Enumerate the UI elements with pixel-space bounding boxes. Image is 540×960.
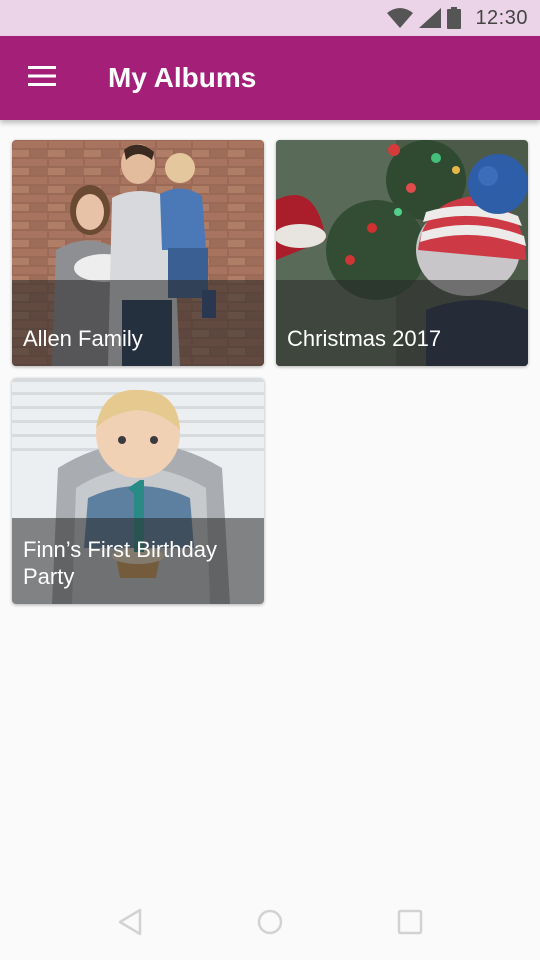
- home-icon: [257, 909, 283, 940]
- cellular-signal-icon: [419, 8, 442, 28]
- battery-icon: [447, 7, 462, 29]
- menu-button[interactable]: [0, 36, 84, 120]
- album-title: Allen Family: [23, 326, 143, 351]
- recents-icon: [397, 909, 423, 940]
- status-bar: 12:30: [0, 0, 540, 36]
- home-button[interactable]: [240, 894, 300, 954]
- album-card[interactable]: Allen Family: [12, 140, 264, 366]
- back-icon: [117, 908, 143, 941]
- navigation-bar: [0, 888, 540, 960]
- album-caption: Allen Family: [12, 280, 264, 366]
- album-caption: Finn’s First Birthday Party: [12, 518, 264, 604]
- album-title: Christmas 2017: [287, 326, 442, 351]
- hamburger-menu-icon: [28, 65, 56, 91]
- app-bar: My Albums: [0, 36, 540, 120]
- back-button[interactable]: [100, 894, 160, 954]
- album-card[interactable]: Finn’s First Birthday Party: [12, 378, 264, 604]
- album-card[interactable]: Christmas 2017: [276, 140, 528, 366]
- page-title: My Albums: [108, 62, 257, 93]
- recents-button[interactable]: [380, 894, 440, 954]
- status-time: 12:30: [475, 6, 528, 29]
- album-title: Finn’s First Birthday Party: [23, 537, 217, 589]
- album-caption: Christmas 2017: [276, 280, 528, 366]
- album-grid: Allen Family Christmas 2017 Finn’s First…: [12, 140, 528, 604]
- wifi-icon: [387, 8, 414, 28]
